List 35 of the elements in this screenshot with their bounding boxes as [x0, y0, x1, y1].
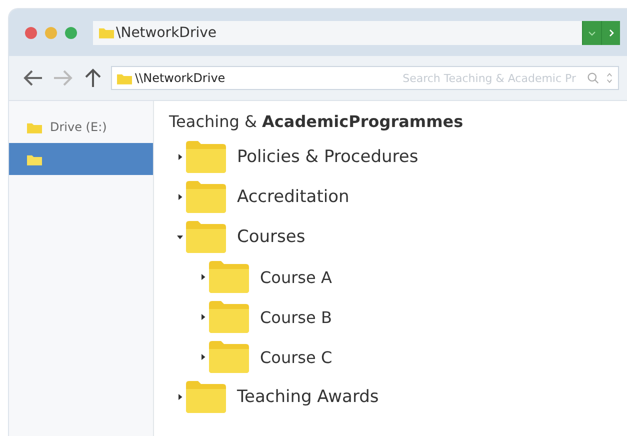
- folder-icon: [186, 141, 226, 173]
- disclosure-triangle-icon[interactable]: [177, 393, 183, 401]
- folder-icon: [186, 221, 226, 253]
- disclosure-triangle-icon[interactable]: [177, 193, 183, 201]
- tree-item[interactable]: Courses: [169, 217, 627, 257]
- disclosure-triangle-icon[interactable]: [177, 153, 183, 161]
- disclosure-triangle-icon[interactable]: [200, 313, 206, 321]
- go-button[interactable]: [601, 20, 620, 44]
- disclosure-triangle-icon[interactable]: [200, 273, 206, 281]
- address-field[interactable]: \\NetworkDrive Search Teaching & Academic Pr: [111, 66, 619, 90]
- folder-icon: [27, 120, 42, 134]
- sidebar-item[interactable]: Drive (E:): [9, 111, 153, 143]
- close-button[interactable]: [25, 26, 37, 38]
- disclosure-triangle-icon[interactable]: [200, 353, 206, 361]
- folder-icon: [117, 72, 132, 84]
- folder-icon: [186, 181, 226, 213]
- dropdown-button[interactable]: [582, 20, 601, 44]
- tree-item[interactable]: Course B: [169, 297, 627, 337]
- folder-icon: [209, 301, 249, 333]
- folder-icon: [209, 261, 249, 293]
- tree-item[interactable]: Course C: [169, 337, 627, 377]
- search-field[interactable]: Search Teaching & Academic Pr: [228, 70, 578, 86]
- tree-item[interactable]: Course A: [169, 257, 627, 297]
- folder-heading: Teaching & AcademicProgrammes: [169, 112, 464, 131]
- folder-icon: [27, 152, 42, 166]
- folder-icon: [99, 26, 114, 39]
- tree-item[interactable]: Accreditation: [169, 177, 627, 217]
- disclosure-triangle-icon[interactable]: [177, 233, 183, 241]
- tree-item[interactable]: Policies & Procedures: [169, 137, 627, 177]
- sidebar-item[interactable]: [9, 143, 153, 175]
- folder-icon: [209, 341, 249, 373]
- tree-item[interactable]: Teaching Awards: [169, 377, 627, 417]
- path-field[interactable]: \NetworkDrive: [93, 20, 582, 44]
- search-icon: [587, 72, 599, 84]
- folder-icon: [186, 381, 226, 413]
